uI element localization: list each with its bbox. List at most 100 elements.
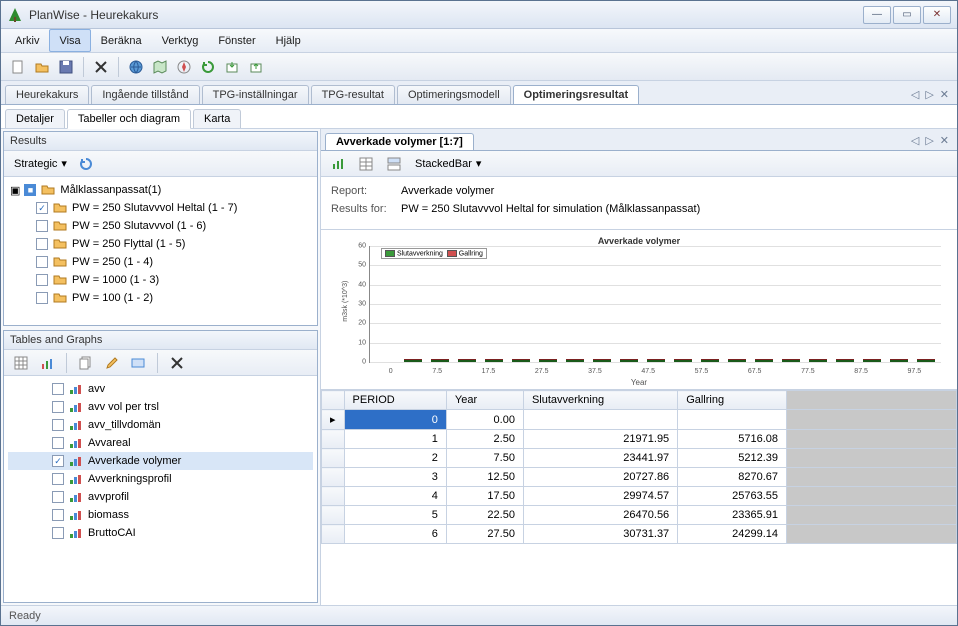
table-view-icon[interactable] (355, 153, 377, 175)
close-tab-icon[interactable]: ✕ (940, 134, 949, 147)
map-icon[interactable] (149, 56, 171, 78)
tables-item[interactable]: biomass (8, 506, 313, 524)
main-tabs: HeurekakursIngående tillståndTPG-inställ… (1, 81, 957, 105)
prev-tab-icon[interactable]: ◁ (911, 134, 919, 147)
data-grid[interactable]: PERIODYearSlutavverkningGallring▸00.0012… (321, 390, 957, 605)
tables-item[interactable]: avv vol per trsl (8, 398, 313, 416)
checkbox[interactable]: ✓ (52, 455, 64, 467)
menu-beräkna[interactable]: Beräkna (91, 29, 152, 52)
menu-fönster[interactable]: Fönster (208, 29, 265, 52)
save-icon[interactable] (55, 56, 77, 78)
table-icon[interactable] (10, 352, 32, 374)
table-row[interactable]: 27.5023441.975212.39 (322, 449, 957, 468)
menu-arkiv[interactable]: Arkiv (5, 29, 49, 52)
tables-item[interactable]: avv (8, 380, 313, 398)
checkbox[interactable] (52, 419, 64, 431)
collapse-icon[interactable]: ▣ (10, 184, 20, 197)
close-tab-icon[interactable]: ✕ (940, 88, 949, 101)
results-item[interactable]: ✓PW = 250 Slutavvvol Heltal (1 - 7) (8, 199, 313, 217)
checkbox[interactable] (52, 491, 64, 503)
next-tab-icon[interactable]: ▷ (925, 88, 933, 101)
checkbox[interactable] (52, 401, 64, 413)
table-row[interactable]: ▸00.00 (322, 410, 957, 430)
results-tree[interactable]: ▣ ■ Målklassanpassat(1) ✓PW = 250 Slutav… (4, 177, 317, 325)
results-mode-dropdown[interactable]: Strategic ▾ (10, 156, 71, 171)
refresh-icon[interactable] (75, 153, 97, 175)
compass-icon[interactable] (173, 56, 195, 78)
results-item[interactable]: PW = 250 (1 - 4) (8, 253, 313, 271)
results-item[interactable]: PW = 1000 (1 - 3) (8, 271, 313, 289)
chart-view-icon[interactable] (327, 153, 349, 175)
chart-tab[interactable]: Avverkade volymer [1:7] (325, 133, 474, 150)
next-tab-icon[interactable]: ▷ (925, 134, 933, 147)
maintab-3[interactable]: TPG-resultat (311, 85, 395, 104)
table-row[interactable]: 12.5021971.955716.08 (322, 430, 957, 449)
maintab-4[interactable]: Optimeringsmodell (397, 85, 511, 104)
checkbox[interactable]: ■ (24, 184, 36, 196)
prev-tab-icon[interactable]: ◁ (911, 88, 919, 101)
import-icon[interactable] (245, 56, 267, 78)
checkbox[interactable] (52, 473, 64, 485)
col-header[interactable]: Year (446, 391, 523, 410)
delete-icon[interactable] (90, 56, 112, 78)
table-row[interactable]: 417.5029974.5725763.55 (322, 487, 957, 506)
globe-icon[interactable] (125, 56, 147, 78)
results-item[interactable]: PW = 250 Slutavvvol (1 - 6) (8, 217, 313, 235)
subtab-1[interactable]: Tabeller och diagram (67, 109, 191, 129)
checkbox[interactable] (52, 383, 64, 395)
tables-item[interactable]: BruttoCAI (8, 524, 313, 542)
results-item[interactable]: PW = 100 (1 - 2) (8, 289, 313, 307)
tables-header: Tables and Graphs (4, 331, 317, 350)
chart-icon[interactable] (36, 352, 58, 374)
tables-item[interactable]: Avvareal (8, 434, 313, 452)
tables-tree[interactable]: avvavv vol per trslavv_tillvdomänAvvarea… (4, 376, 317, 602)
maximize-button[interactable]: ▭ (893, 6, 921, 24)
maintab-0[interactable]: Heurekakurs (5, 85, 89, 104)
tables-panel: Tables and Graphs avvavv vol per trslavv… (3, 330, 318, 603)
maintab-1[interactable]: Ingående tillstånd (91, 85, 199, 104)
folder-icon (52, 236, 68, 252)
refresh-icon[interactable] (197, 56, 219, 78)
resultsfor-value: PW = 250 Slutavvvol Heltal for simulatio… (401, 203, 700, 215)
checkbox[interactable] (36, 256, 48, 268)
chart-type-dropdown[interactable]: StackedBar ▾ (411, 156, 485, 171)
export-icon[interactable] (221, 56, 243, 78)
split-view-icon[interactable] (383, 153, 405, 175)
results-item[interactable]: PW = 250 Flyttal (1 - 5) (8, 235, 313, 253)
checkbox[interactable] (36, 274, 48, 286)
table-row[interactable]: 312.5020727.868270.67 (322, 468, 957, 487)
checkbox[interactable] (52, 437, 64, 449)
maintab-5[interactable]: Optimeringsresultat (513, 85, 640, 104)
col-header[interactable]: Gallring (678, 391, 787, 410)
edit-icon[interactable] (101, 352, 123, 374)
maintab-2[interactable]: TPG-inställningar (202, 85, 309, 104)
col-header[interactable]: Slutavverkning (523, 391, 677, 410)
tables-item[interactable]: avv_tillvdomän (8, 416, 313, 434)
menu-hjälp[interactable]: Hjälp (266, 29, 311, 52)
menu-visa[interactable]: Visa (49, 29, 90, 52)
col-header[interactable]: PERIOD (344, 391, 446, 410)
checkbox[interactable] (36, 292, 48, 304)
checkbox[interactable] (36, 238, 48, 250)
open-icon[interactable] (31, 56, 53, 78)
subtab-0[interactable]: Detaljer (5, 109, 65, 128)
table-row[interactable]: 522.5026470.5623365.91 (322, 506, 957, 525)
table-row[interactable]: 627.5030731.3724299.14 (322, 525, 957, 544)
tables-item[interactable]: ✓Avverkade volymer (8, 452, 313, 470)
subtab-2[interactable]: Karta (193, 109, 241, 128)
copy-icon[interactable] (75, 352, 97, 374)
report-value: Avverkade volymer (401, 185, 494, 197)
checkbox[interactable]: ✓ (36, 202, 48, 214)
checkbox[interactable] (52, 509, 64, 521)
tables-item[interactable]: avvprofil (8, 488, 313, 506)
delete-icon[interactable] (166, 352, 188, 374)
new-icon[interactable] (7, 56, 29, 78)
minimize-button[interactable]: — (863, 6, 891, 24)
close-button[interactable]: ✕ (923, 6, 951, 24)
tree-root[interactable]: ▣ ■ Målklassanpassat(1) (8, 181, 313, 199)
checkbox[interactable] (52, 527, 64, 539)
grid-icon[interactable] (127, 352, 149, 374)
tables-item[interactable]: Avverkningsprofil (8, 470, 313, 488)
checkbox[interactable] (36, 220, 48, 232)
menu-verktyg[interactable]: Verktyg (152, 29, 209, 52)
